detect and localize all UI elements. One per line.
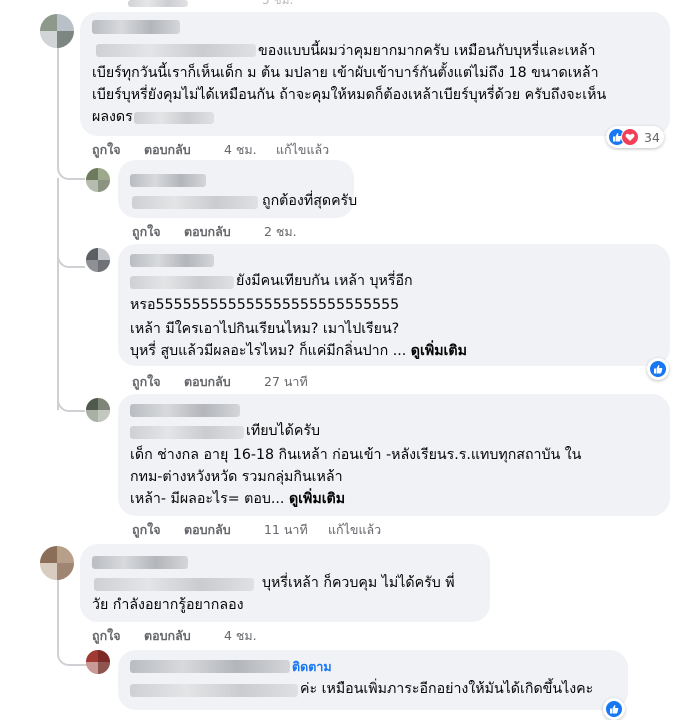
comment-text-line: เด็ก ช่างกล อายุ 16-18 กินเหล้า ก่อนเข้า… — [130, 447, 582, 463]
thread-line — [57, 178, 59, 410]
comment-actions: ถูกใจ ตอบกลับ 27 นาที — [132, 372, 372, 390]
comment-text-line: หรอ555555555555555555555555555 — [130, 297, 400, 313]
comment-text-line: ถูกต้องที่สุดครับ — [262, 193, 358, 209]
blurred-mention — [132, 196, 258, 209]
avatar[interactable] — [86, 168, 110, 192]
comment-timestamp[interactable]: 27 นาที — [264, 372, 308, 392]
blurred-mention — [96, 44, 256, 57]
blurred-author-name[interactable] — [130, 174, 206, 187]
comment-timestamp[interactable]: 4 ชม. — [224, 140, 257, 160]
avatar[interactable] — [86, 650, 110, 674]
blurred-author-name[interactable] — [92, 20, 180, 34]
blurred-author-name[interactable] — [130, 660, 290, 673]
like-button[interactable]: ถูกใจ — [92, 626, 121, 646]
blurred-name-fragment — [128, 0, 188, 7]
comment-text-line: ของแบบนี้ผมว่าคุมยากมากครับ เหมือนกับบุห… — [258, 43, 596, 59]
comment-timestamp[interactable]: 11 นาที — [264, 520, 308, 540]
like-button[interactable]: ถูกใจ — [132, 222, 161, 242]
comment-text-line: บุหรี่เหล้า ก็ควบคุม ไม่ได้ครับ พี่ — [262, 575, 455, 591]
comment-text-line: บุหรี่ สูบแล้วมีผลอะไรไหม? ก็แค่มีกลิ่นป… — [130, 343, 467, 359]
edited-label: แก้ไขแล้ว — [328, 522, 382, 537]
thread-connector — [57, 150, 85, 180]
blurred-text — [134, 112, 214, 124]
like-button[interactable]: ถูกใจ — [92, 140, 121, 160]
timestamp-fragment: 5 ชม. — [262, 0, 294, 7]
blurred-author-name[interactable] — [130, 254, 214, 267]
comment-timestamp[interactable]: 2 ชม. — [264, 222, 297, 242]
comment-text-line: เหล้า- มีผลอะไร= ตอบ... ดูเพิ่มเติม — [130, 491, 346, 507]
comment-text-line: ค่ะ เหมือนเพิ่มภาระอีกอย่างให้มันได้เกิด… — [300, 681, 594, 697]
avatar[interactable] — [86, 248, 110, 272]
blurred-author-name[interactable] — [130, 404, 240, 417]
reply-button[interactable]: ตอบกลับ — [184, 520, 231, 540]
reply-button[interactable]: ตอบกลับ — [144, 140, 191, 160]
thread-connector — [57, 238, 85, 268]
like-icon — [605, 700, 623, 718]
follow-link[interactable]: ติดตาม — [292, 656, 332, 678]
reply-button[interactable]: ตอบกลับ — [184, 372, 231, 392]
see-more-link[interactable]: ดูเพิ่มเติม — [289, 491, 345, 507]
reaction-badge[interactable] — [603, 698, 625, 720]
avatar[interactable] — [40, 14, 74, 48]
comment-text-line: ยังมีคนเทียบกัน เหล้า บุหรี่อีก — [236, 273, 413, 289]
blurred-mention — [94, 578, 254, 591]
reaction-badge[interactable] — [647, 358, 669, 380]
like-button[interactable]: ถูกใจ — [132, 372, 161, 392]
love-icon — [621, 128, 639, 146]
comment-actions: ถูกใจ ตอบกลับ 11 นาที แก้ไขแล้ว — [132, 520, 412, 538]
comment-text-line: กทม-ต่างหวังหวัด รวมกลุ่มกินเหล้า — [130, 469, 343, 485]
blurred-mention — [130, 684, 298, 697]
comment-text-line: เหล้า มีใครเอาไปกินเรียนไหม? เมาไปเรียน? — [130, 321, 400, 337]
comment-actions: ถูกใจ ตอบกลับ 4 ชม. — [92, 626, 332, 644]
reaction-badge[interactable]: 34 — [606, 126, 664, 148]
comment-text-line: ผลงดร — [92, 109, 133, 125]
reaction-count: 34 — [644, 129, 660, 145]
comment-text-line: วัย กำลังอยากรู้อยากลอง — [92, 597, 244, 613]
comment-actions: ถูกใจ ตอบกลับ 4 ชม. แก้ไขแล้ว — [92, 140, 392, 158]
like-icon — [649, 360, 667, 378]
thread-connector — [57, 382, 85, 412]
comment-text-line: เบียร์บุหรี่ยังคุมไม่ได้เหมือนกัน ถ้าจะค… — [92, 87, 607, 103]
comment-text-line: เทียบได้ครับ — [246, 423, 320, 439]
like-button[interactable]: ถูกใจ — [132, 520, 161, 540]
edited-label: แก้ไขแล้ว — [276, 142, 330, 157]
see-more-link[interactable]: ดูเพิ่มเติม — [411, 343, 467, 359]
avatar[interactable] — [40, 546, 74, 580]
comment-actions: ถูกใจ ตอบกลับ 2 ชม. — [132, 222, 372, 240]
blurred-mention — [130, 426, 244, 439]
reply-button[interactable]: ตอบกลับ — [144, 626, 191, 646]
avatar[interactable] — [86, 398, 110, 422]
blurred-mention — [130, 276, 234, 289]
blurred-author-name[interactable] — [92, 556, 188, 569]
reply-button[interactable]: ตอบกลับ — [184, 222, 231, 242]
comment-timestamp[interactable]: 4 ชม. — [224, 626, 257, 646]
comment-text-line: เบียร์ทุกวันนี้เราก็เห็นเด็ก ม ต้น มปลาย… — [92, 65, 599, 81]
